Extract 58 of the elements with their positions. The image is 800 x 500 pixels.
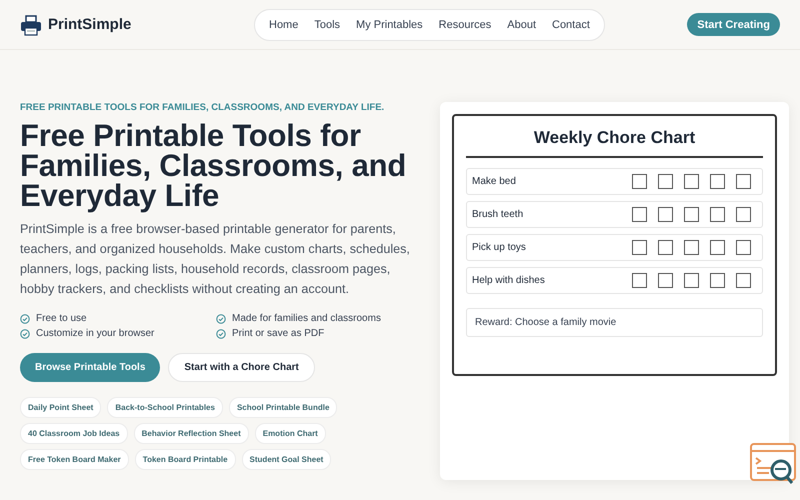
feature-text: Free to use bbox=[36, 313, 87, 324]
tool-link[interactable]: Token Board Printable bbox=[134, 449, 236, 470]
nav-link[interactable]: Home bbox=[261, 18, 306, 30]
tool-link[interactable]: Back-to-School Printables bbox=[107, 397, 223, 418]
feature-text: Made for families and classrooms bbox=[232, 313, 381, 324]
nav-link[interactable]: Contact bbox=[544, 18, 598, 30]
printer-icon bbox=[20, 14, 42, 36]
chore-name: Make bed bbox=[472, 176, 517, 187]
checkbox[interactable] bbox=[684, 207, 699, 222]
start-creating-button[interactable]: Start Creating bbox=[687, 13, 780, 36]
tool-link[interactable]: Free Token Board Maker bbox=[20, 449, 129, 470]
chore-name: Brush teeth bbox=[472, 209, 524, 220]
chore-chart-button[interactable]: Start with a Chore Chart bbox=[168, 353, 315, 382]
checkbox[interactable] bbox=[632, 174, 647, 189]
checkbox[interactable] bbox=[736, 174, 751, 189]
tool-link[interactable]: Emotion Chart bbox=[254, 423, 326, 444]
checkbox[interactable] bbox=[632, 207, 647, 222]
brand-name[interactable]: PrintSimple bbox=[48, 16, 132, 33]
tool-link[interactable]: Student Goal Sheet bbox=[242, 449, 332, 470]
feature-text: Print or save as PDF bbox=[232, 328, 324, 339]
hero-heading: Free Printable Tools for Families, Classrooms, and Everyday Life bbox=[20, 121, 408, 211]
checkbox[interactable] bbox=[736, 273, 751, 288]
tool-link[interactable]: 40 Classroom Job Ideas bbox=[20, 423, 128, 444]
tool-link[interactable]: Daily Point Sheet bbox=[20, 397, 102, 418]
feature-text: Customize in your browser bbox=[36, 328, 154, 339]
checkbox[interactable] bbox=[658, 240, 673, 255]
checkbox[interactable] bbox=[632, 273, 647, 288]
check-circle-icon bbox=[216, 328, 226, 338]
chore-name: Help with dishes bbox=[472, 275, 546, 286]
checkbox[interactable] bbox=[736, 240, 751, 255]
checkbox[interactable] bbox=[736, 207, 751, 222]
check-circle-icon bbox=[20, 328, 30, 338]
nav-link[interactable]: Tools bbox=[306, 18, 348, 30]
chore-name: Pick up toys bbox=[472, 242, 527, 253]
checkbox[interactable] bbox=[658, 207, 673, 222]
checkbox[interactable] bbox=[658, 273, 673, 288]
tool-link[interactable]: Behavior Reflection Sheet bbox=[134, 423, 249, 444]
check-circle-icon bbox=[20, 314, 30, 324]
checkbox[interactable] bbox=[710, 174, 725, 189]
checkbox[interactable] bbox=[710, 273, 725, 288]
checkbox[interactable] bbox=[684, 174, 699, 189]
browse-button[interactable]: Browse Printable Tools bbox=[20, 353, 160, 382]
eyebrow-text: FREE PRINTABLE TOOLS FOR FAMILIES, CLASSROOMS, AND EVERYDAY LIFE. bbox=[20, 102, 386, 113]
check-circle-icon bbox=[216, 314, 226, 324]
checkbox[interactable] bbox=[710, 240, 725, 255]
checkbox[interactable] bbox=[710, 207, 725, 222]
checkbox[interactable] bbox=[658, 174, 673, 189]
reward-field: Reward: Choose a family movie bbox=[466, 308, 763, 337]
nav-link[interactable]: Resources bbox=[430, 18, 500, 30]
nav-link[interactable]: My Printables bbox=[348, 18, 431, 30]
hero-description: PrintSimple is a free browser-based printable generator for parents, teachers, and organized households. Make custom charts, schedules, planners, logs, packing lists, household records, classroom pages, hobby trackers, and checklists without creating an account. bbox=[20, 221, 411, 298]
checkbox[interactable] bbox=[684, 273, 699, 288]
nav-link[interactable]: About bbox=[499, 18, 544, 30]
tool-link[interactable]: School Printable Bundle bbox=[228, 397, 338, 418]
checkbox[interactable] bbox=[632, 240, 647, 255]
chart-title: Weekly Chore Chart bbox=[466, 116, 763, 158]
checkbox[interactable] bbox=[684, 240, 699, 255]
browser-search-icon[interactable] bbox=[750, 443, 796, 484]
